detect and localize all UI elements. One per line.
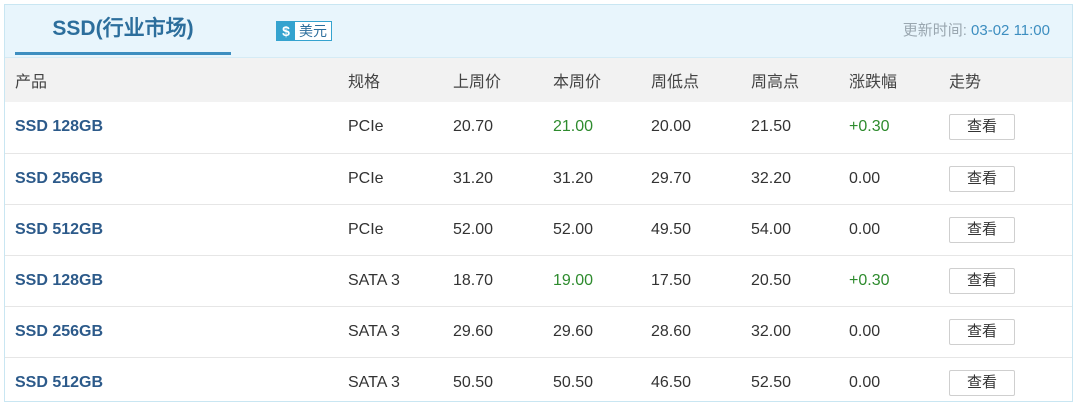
column-header-change: 涨跌幅 xyxy=(849,74,898,91)
trend-cell: 查看 xyxy=(949,153,1072,204)
this-week-price: 50.50 xyxy=(553,373,594,391)
last-week-price: 31.20 xyxy=(453,169,494,187)
table-row: SSD 512GB PCIe 52.00 52.00 49.50 54.00 0… xyxy=(5,204,1072,255)
spec-cell: PCIe xyxy=(348,169,384,187)
week-high: 21.50 xyxy=(751,118,792,136)
column-header-trend: 走势 xyxy=(949,74,982,91)
price-table: 产品 规格 上周价 本周价 周低点 周高点 涨跌幅 走势 SSD 128GB P… xyxy=(5,58,1072,408)
change-value: 0.00 xyxy=(849,169,881,187)
view-trend-button[interactable]: 查看 xyxy=(949,318,1015,345)
week-high: 52.50 xyxy=(751,373,792,391)
change-value: +0.30 xyxy=(849,118,890,136)
product-name[interactable]: SSD 128GB xyxy=(5,255,348,306)
spec-cell: SATA 3 xyxy=(348,322,400,340)
view-trend-button[interactable]: 查看 xyxy=(949,114,1015,141)
product-name[interactable]: SSD 512GB xyxy=(5,204,348,255)
week-high: 54.00 xyxy=(751,220,792,238)
change-value: 0.00 xyxy=(849,220,881,238)
spec-cell: PCIe xyxy=(348,118,384,136)
update-time-label: 更新时间: xyxy=(902,22,967,39)
this-week-price: 21.00 xyxy=(553,118,594,136)
table-row: SSD 128GB PCIe 20.70 21.00 20.00 21.50 +… xyxy=(5,102,1072,153)
view-trend-button[interactable]: 查看 xyxy=(949,369,1015,396)
this-week-price: 52.00 xyxy=(553,220,594,238)
last-week-price: 20.70 xyxy=(453,118,494,136)
week-high: 32.20 xyxy=(751,169,792,187)
this-week-price: 19.00 xyxy=(553,271,594,289)
column-header-this-week: 本周价 xyxy=(553,74,602,91)
product-name[interactable]: SSD 128GB xyxy=(5,102,348,153)
spec-cell: SATA 3 xyxy=(348,271,400,289)
column-header-high: 周高点 xyxy=(751,74,800,91)
week-low: 49.50 xyxy=(651,220,692,238)
week-low: 28.60 xyxy=(651,322,692,340)
week-low: 20.00 xyxy=(651,118,692,136)
table-row: SSD 128GB SATA 3 18.70 19.00 17.50 20.50… xyxy=(5,255,1072,306)
update-time-value: 03-02 11:00 xyxy=(971,22,1050,39)
table-row: SSD 256GB PCIe 31.20 31.20 29.70 32.20 0… xyxy=(5,153,1072,204)
currency-toggle[interactable]: $ 美元 xyxy=(276,21,332,41)
product-name[interactable]: SSD 256GB xyxy=(5,153,348,204)
trend-cell: 查看 xyxy=(949,357,1072,408)
update-time: 更新时间: 03-02 11:00 xyxy=(903,5,1050,57)
trend-cell: 查看 xyxy=(949,102,1072,153)
view-trend-button[interactable]: 查看 xyxy=(949,165,1015,192)
last-week-price: 52.00 xyxy=(453,220,494,238)
currency-label: 美元 xyxy=(295,22,331,40)
trend-cell: 查看 xyxy=(949,306,1072,357)
table-header-row: 产品 规格 上周价 本周价 周低点 周高点 涨跌幅 走势 xyxy=(5,58,1072,102)
spec-cell: PCIe xyxy=(348,220,384,238)
week-low: 17.50 xyxy=(651,271,692,289)
view-trend-button[interactable]: 查看 xyxy=(949,267,1015,294)
this-week-price: 31.20 xyxy=(553,169,594,187)
trend-cell: 查看 xyxy=(949,255,1072,306)
week-low: 46.50 xyxy=(651,373,692,391)
change-value: 0.00 xyxy=(849,322,881,340)
last-week-price: 18.70 xyxy=(453,271,494,289)
last-week-price: 50.50 xyxy=(453,373,494,391)
this-week-price: 29.60 xyxy=(553,322,594,340)
trend-cell: 查看 xyxy=(949,204,1072,255)
product-name[interactable]: SSD 512GB xyxy=(5,357,348,408)
spec-cell: SATA 3 xyxy=(348,373,400,391)
last-week-price: 29.60 xyxy=(453,322,494,340)
market-panel: SSD(行业市场) $ 美元 更新时间: 03-02 11:00 产品 规格 上… xyxy=(4,4,1073,402)
change-value: +0.30 xyxy=(849,271,890,289)
week-high: 32.00 xyxy=(751,322,792,340)
column-header-spec: 规格 xyxy=(348,74,381,91)
product-name[interactable]: SSD 256GB xyxy=(5,306,348,357)
table-row: SSD 512GB SATA 3 50.50 50.50 46.50 52.50… xyxy=(5,357,1072,408)
change-value: 0.00 xyxy=(849,373,881,391)
column-header-last-week: 上周价 xyxy=(453,74,502,91)
week-low: 29.70 xyxy=(651,169,692,187)
column-header-product: 产品 xyxy=(15,74,48,91)
week-high: 20.50 xyxy=(751,271,792,289)
panel-header: SSD(行业市场) $ 美元 更新时间: 03-02 11:00 xyxy=(5,5,1072,58)
table-row: SSD 256GB SATA 3 29.60 29.60 28.60 32.00… xyxy=(5,306,1072,357)
column-header-low: 周低点 xyxy=(651,74,700,91)
view-trend-button[interactable]: 查看 xyxy=(949,216,1015,243)
tab-ssd-market[interactable]: SSD(行业市场) xyxy=(15,5,231,55)
dollar-icon: $ xyxy=(277,22,295,40)
